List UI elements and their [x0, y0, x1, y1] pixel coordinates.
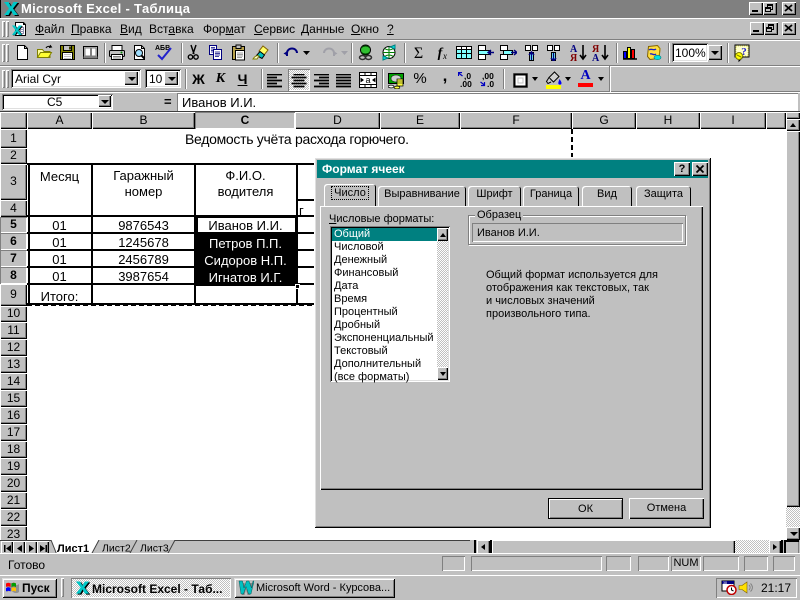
svg-text:38: 38	[723, 581, 727, 585]
svg-text:a: a	[365, 75, 370, 85]
svg-text:,0: ,0	[487, 79, 494, 87]
svg-text:,00: ,00	[460, 79, 472, 87]
svg-text:x: x	[442, 51, 447, 61]
svg-text:Я: Я	[570, 53, 578, 63]
svg-text:А: А	[592, 53, 600, 63]
svg-text:Σ: Σ	[414, 45, 423, 62]
svg-text:?: ?	[741, 46, 747, 58]
